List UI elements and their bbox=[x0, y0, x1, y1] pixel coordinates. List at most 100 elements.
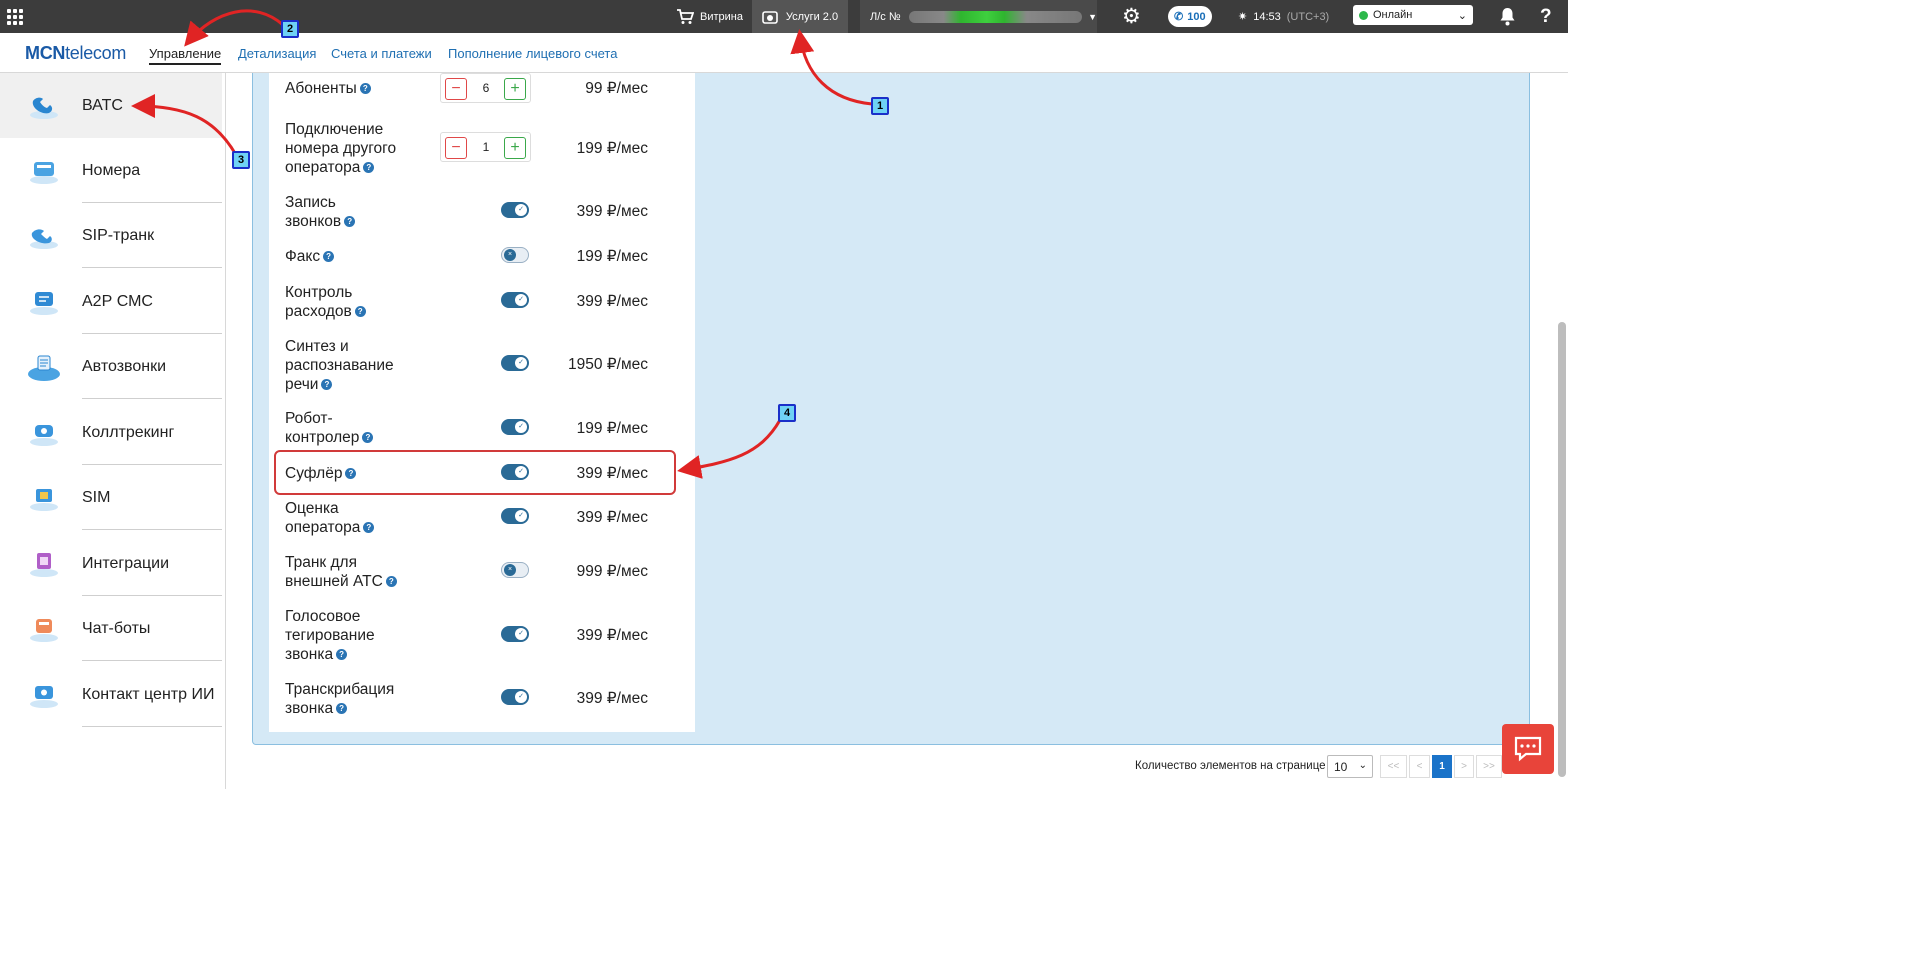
minus-button[interactable]: − bbox=[445, 78, 467, 100]
chat-button[interactable] bbox=[1502, 724, 1554, 774]
divider bbox=[82, 660, 222, 661]
toggle-switch[interactable]: ✓ bbox=[501, 355, 529, 371]
toggle-switch[interactable]: × bbox=[501, 247, 529, 263]
service-price: 199 ₽/мес bbox=[576, 420, 648, 437]
phone-icon: ✆ bbox=[1174, 11, 1184, 23]
help-icon[interactable]: ? bbox=[336, 649, 348, 660]
status-label: Онлайн bbox=[1373, 9, 1413, 21]
first-page-button[interactable]: << bbox=[1380, 755, 1407, 778]
annotation-badge-3: 3 bbox=[232, 151, 250, 169]
logo-bold: MCN bbox=[25, 43, 66, 63]
service-price: 399 ₽/мес bbox=[576, 627, 648, 644]
services-icon bbox=[762, 10, 778, 24]
toggle-switch[interactable]: ✓ bbox=[501, 202, 529, 218]
apps-grid-icon[interactable] bbox=[7, 9, 23, 25]
page-size-value: 10 bbox=[1334, 760, 1348, 774]
service-price: 999 ₽/мес bbox=[576, 563, 648, 580]
globe-icon: ✷ bbox=[1238, 11, 1248, 23]
annotation-badge-4: 4 bbox=[778, 404, 796, 422]
stepper-value[interactable]: 6 bbox=[471, 81, 501, 95]
gear-icon[interactable]: ⚙ bbox=[1122, 0, 1141, 33]
plus-button[interactable]: + bbox=[504, 78, 526, 100]
sidebar-item-avtozvonki[interactable]: Автозвонки bbox=[0, 334, 222, 399]
sidebar-label: SIM bbox=[82, 488, 111, 506]
sidebar-item-calltracking[interactable]: Коллтрекинг bbox=[0, 400, 222, 465]
scrollbar[interactable] bbox=[1558, 322, 1566, 777]
numbers-icon bbox=[30, 161, 58, 184]
help-icon[interactable]: ? bbox=[1540, 0, 1552, 33]
sidebar-label: Чат-боты bbox=[82, 619, 151, 637]
stepper-value[interactable]: 1 bbox=[471, 140, 501, 154]
service-label: Транскрибация звонка? bbox=[285, 681, 395, 717]
logo-rest: telecom bbox=[65, 43, 127, 63]
service-label: Абоненты? bbox=[285, 79, 425, 98]
quantity-stepper[interactable]: − 1 + bbox=[440, 132, 531, 162]
service-label: Запись звонков? bbox=[285, 193, 375, 231]
toggle-switch[interactable]: ✓ bbox=[501, 689, 529, 705]
clock: ✷ 14:53 (UTC+3) bbox=[1238, 0, 1329, 33]
next-page-button[interactable]: > bbox=[1454, 755, 1474, 778]
calls-badge[interactable]: ✆ 100 bbox=[1168, 6, 1212, 27]
sidebar-item-integratsii[interactable]: Интеграции bbox=[0, 531, 222, 596]
sidebar-item-sip-trank[interactable]: SIP-транк bbox=[0, 203, 222, 268]
nav-detalizatsiya[interactable]: Детализация bbox=[238, 46, 316, 61]
service-label: Подключение номера другого оператора? bbox=[285, 121, 397, 176]
sidebar-item-contact-center[interactable]: Контакт центр ИИ bbox=[0, 662, 222, 727]
plus-button[interactable]: + bbox=[504, 137, 526, 159]
help-icon[interactable]: ? bbox=[336, 703, 348, 714]
help-icon[interactable]: ? bbox=[354, 306, 366, 317]
help-icon[interactable]: ? bbox=[363, 162, 375, 173]
help-icon[interactable]: ? bbox=[362, 432, 374, 443]
sidebar-item-vats[interactable]: ВАТС bbox=[0, 73, 222, 138]
account-selector[interactable]: Л/с № ▼ bbox=[860, 0, 1097, 33]
nav-scheta[interactable]: Счета и платежи bbox=[331, 46, 432, 61]
help-icon[interactable]: ? bbox=[344, 216, 356, 227]
nav-popolnenie[interactable]: Пополнение лицевого счета bbox=[448, 46, 617, 61]
prev-page-button[interactable]: < bbox=[1409, 755, 1430, 778]
status-select[interactable]: Онлайн ⌄ bbox=[1353, 5, 1473, 25]
service-label: Факс? bbox=[285, 247, 425, 266]
nav-bar: MCNtelecom Управление Детализация Счета … bbox=[0, 33, 1568, 73]
sidebar-item-a2p-sms[interactable]: А2Р СМС bbox=[0, 269, 222, 334]
vitrina-button[interactable]: Витрина bbox=[676, 0, 743, 33]
page-1-button[interactable]: 1 bbox=[1432, 755, 1452, 778]
toggle-switch[interactable]: ✓ bbox=[501, 419, 529, 435]
sidebar-item-sim[interactable]: SIM bbox=[0, 465, 222, 530]
bell-icon[interactable] bbox=[1499, 0, 1516, 33]
help-icon[interactable]: ? bbox=[363, 522, 375, 533]
service-price: 199 ₽/мес bbox=[576, 140, 648, 157]
service-price: 399 ₽/мес bbox=[576, 509, 648, 526]
quantity-stepper[interactable]: − 6 + bbox=[440, 73, 531, 103]
toggle-switch[interactable]: ✓ bbox=[501, 626, 529, 642]
help-icon[interactable]: ? bbox=[385, 576, 397, 587]
sidebar-label: SIP-транк bbox=[82, 226, 155, 244]
sidebar-label: Контакт центр ИИ bbox=[82, 685, 215, 703]
nav-upravlenie[interactable]: Управление bbox=[149, 46, 222, 65]
chevron-down-icon: ⌄ bbox=[1457, 9, 1467, 22]
page-size-select[interactable]: 10 ⌄ bbox=[1327, 755, 1373, 778]
help-icon[interactable]: ? bbox=[359, 83, 371, 94]
status-dot-icon bbox=[1359, 10, 1368, 20]
logo[interactable]: MCNtelecom bbox=[25, 43, 126, 64]
service-label: Синтез и распознавание речи? bbox=[285, 338, 394, 393]
sidebar-label: ВАТС bbox=[82, 96, 123, 114]
service-label: Контроль расходов? bbox=[285, 283, 375, 321]
sidebar: ВАТС Номера SIP-транк А2Р СМС Автозвонки… bbox=[0, 73, 226, 789]
services-panel: Абоненты? − 6 + 99 ₽/мес Подключение ном… bbox=[269, 73, 695, 732]
service-label: Транк для внешней АТС? bbox=[285, 553, 410, 591]
uslugi-button[interactable]: Услуги 2.0 bbox=[752, 0, 848, 33]
sidebar-item-chatbots[interactable]: Чат-боты bbox=[0, 596, 222, 661]
last-page-button[interactable]: >> bbox=[1476, 755, 1502, 778]
divider bbox=[82, 726, 222, 727]
toggle-switch[interactable]: × bbox=[501, 562, 529, 578]
toggle-switch[interactable]: ✓ bbox=[501, 292, 529, 308]
help-icon[interactable]: ? bbox=[323, 251, 335, 262]
sidebar-label: Интеграции bbox=[82, 554, 170, 572]
contact-center-icon bbox=[30, 685, 58, 708]
minus-button[interactable]: − bbox=[445, 137, 467, 159]
divider bbox=[82, 267, 222, 268]
toggle-switch[interactable]: ✓ bbox=[501, 508, 529, 524]
service-label: Оценка оператора? bbox=[285, 499, 380, 537]
sidebar-item-nomera[interactable]: Номера bbox=[0, 138, 222, 203]
help-icon[interactable]: ? bbox=[321, 379, 333, 390]
